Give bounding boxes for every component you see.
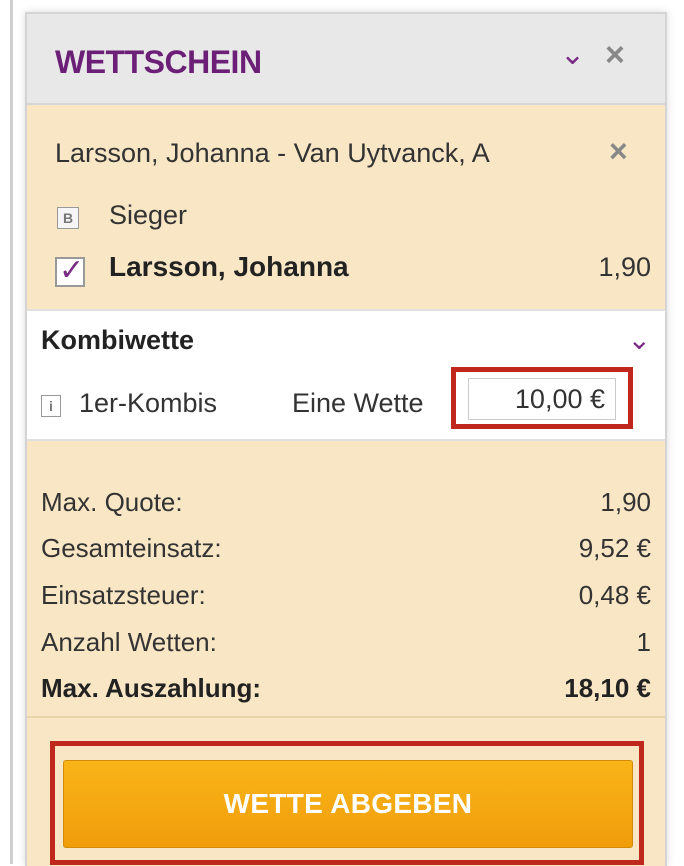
match-name: Larsson, Johanna - Van Uytvanck, A bbox=[55, 138, 490, 168]
bet-summary: Max. Quote: 1,90 Gesamteinsatz: 9,52 € E… bbox=[27, 439, 665, 739]
submit-highlight: WETTE ABGEBEN bbox=[50, 741, 644, 865]
summary-label: Gesamteinsatz: bbox=[41, 533, 222, 563]
info-icon[interactable]: i bbox=[41, 395, 61, 417]
bet-count-label: Eine Wette bbox=[292, 388, 424, 418]
summary-value: 18,10 € bbox=[564, 673, 651, 703]
left-border bbox=[10, 0, 13, 864]
market-badge-icon: B bbox=[57, 207, 79, 229]
chevron-down-icon[interactable]: ⌄ bbox=[560, 40, 585, 70]
summary-label: Max. Quote: bbox=[41, 487, 183, 517]
summary-value: 9,52 € bbox=[578, 533, 651, 563]
divider bbox=[27, 716, 665, 718]
summary-label: Einsatzsteuer: bbox=[41, 580, 206, 610]
summary-value: 1,90 bbox=[600, 487, 651, 517]
betslip-header: WETTSCHEIN ⌄ × bbox=[27, 14, 665, 105]
place-bet-button[interactable]: WETTE ABGEBEN bbox=[63, 760, 633, 848]
summary-label: Anzahl Wetten: bbox=[41, 627, 217, 657]
pick-odds: 1,90 bbox=[598, 252, 651, 282]
kombi-type: 1er-Kombis bbox=[79, 388, 218, 418]
remove-selection-close-icon[interactable]: × bbox=[609, 133, 628, 170]
kombiwette-section: Kombiwette ⌄ i 1er-Kombis Eine Wette bbox=[27, 309, 665, 441]
close-icon[interactable]: × bbox=[605, 38, 625, 72]
stake-input[interactable] bbox=[468, 378, 616, 420]
chevron-down-icon[interactable]: ⌄ bbox=[628, 323, 651, 356]
kombiwette-title: Kombiwette bbox=[41, 325, 195, 355]
checkmark-icon: ✓ bbox=[59, 254, 85, 287]
screenshot-frame: WETTSCHEIN ⌄ × Larsson, Johanna - Van Uy… bbox=[0, 0, 684, 866]
betslip-title: WETTSCHEIN bbox=[55, 44, 262, 80]
market-name: Sieger bbox=[109, 200, 188, 230]
summary-value: 0,48 € bbox=[578, 580, 651, 610]
summary-label: Max. Auszahlung: bbox=[41, 673, 262, 703]
selected-pick: Larsson, Johanna bbox=[109, 251, 349, 282]
stake-highlight bbox=[451, 367, 633, 429]
betslip-panel: WETTSCHEIN ⌄ × Larsson, Johanna - Van Uy… bbox=[25, 12, 667, 866]
bet-selection: Larsson, Johanna - Van Uytvanck, A × B S… bbox=[27, 105, 665, 309]
selection-checkbox[interactable]: ✓ bbox=[55, 254, 85, 287]
summary-value: 1 bbox=[636, 627, 651, 657]
